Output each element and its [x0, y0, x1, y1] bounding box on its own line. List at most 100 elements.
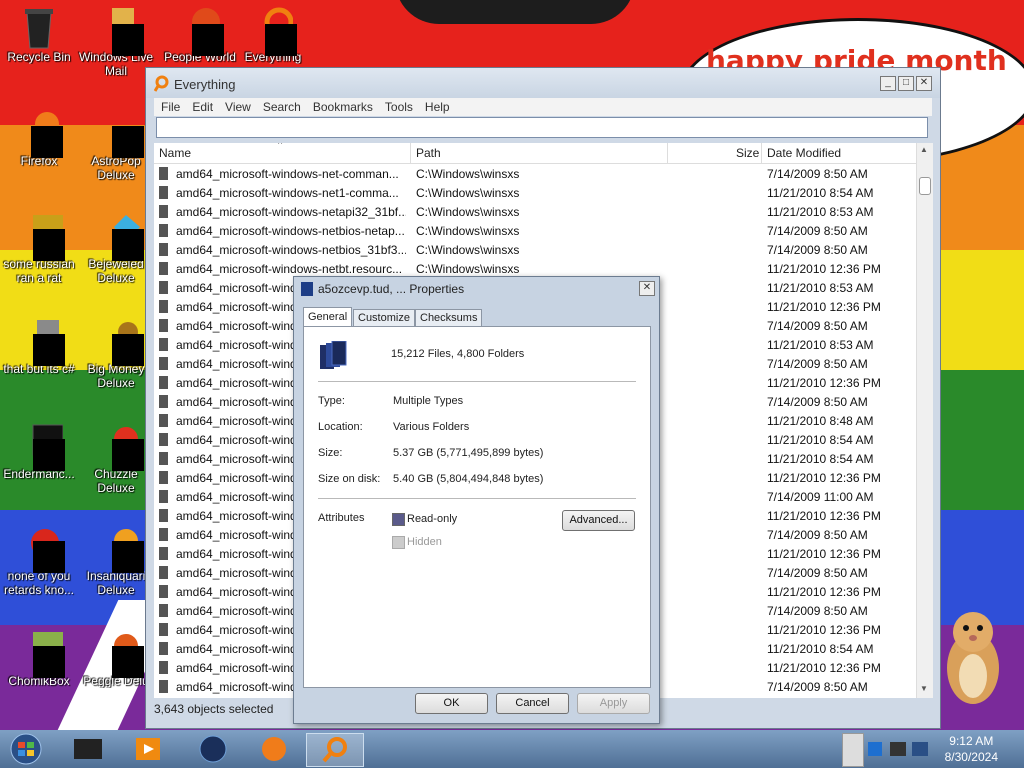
show-hidden-icons-button[interactable]	[842, 733, 864, 767]
ok-button[interactable]: OK	[415, 693, 488, 714]
icon-label: Big Money Deluxe	[87, 362, 145, 390]
tray-app-icon[interactable]	[868, 742, 882, 756]
clock-time: 9:12 AM	[949, 734, 994, 748]
globe-icon[interactable]	[193, 733, 233, 765]
shortcut-icon	[19, 318, 65, 366]
attributes-label: Attributes	[318, 512, 365, 524]
taskbar-app-icon[interactable]	[68, 733, 108, 765]
file-icon	[159, 281, 168, 294]
volume-icon[interactable]	[912, 742, 928, 756]
opera-icon	[19, 525, 65, 573]
read-only-checkbox[interactable]	[392, 513, 405, 526]
maximize-button[interactable]: □	[898, 76, 914, 91]
divider	[318, 498, 636, 499]
row-date: 11/21/2010 8:53 AM	[767, 281, 874, 295]
firefox-icon	[19, 110, 63, 158]
file-icon	[159, 642, 168, 655]
tab-checksums[interactable]: Checksums	[415, 309, 483, 326]
astropop-icon	[96, 110, 144, 158]
file-icon	[159, 414, 168, 427]
column-divider	[667, 143, 668, 163]
tab-customize[interactable]: Customize	[353, 309, 415, 326]
row-date: 11/21/2010 8:53 AM	[767, 205, 874, 219]
desktop-icon-windows-live-mail[interactable]: Windows Live Mail	[76, 6, 156, 78]
search-input[interactable]	[156, 117, 928, 138]
divider	[318, 381, 636, 382]
desktop-icon-recycle-bin[interactable]: Recycle Bin	[0, 6, 79, 64]
row-path: C:\Windows\winsxs	[416, 243, 520, 257]
column-header-name[interactable]: Name	[159, 146, 191, 160]
desktop-icon-russian-rat[interactable]: some russian ran a rat	[0, 213, 79, 285]
redaction-box	[112, 24, 144, 56]
read-only-label: Read-only	[407, 513, 458, 525]
redaction-box	[112, 229, 144, 261]
everything-icon	[253, 6, 297, 56]
menu-bookmarks[interactable]: Bookmarks	[313, 98, 373, 116]
firefox-taskbar-icon[interactable]	[254, 733, 294, 765]
window-titlebar[interactable]: Everything _ □ ✕	[146, 68, 940, 98]
scroll-down-icon[interactable]: ▼	[920, 684, 928, 693]
tab-general[interactable]: General	[303, 307, 353, 327]
menu-file[interactable]: File	[161, 98, 180, 116]
row-path: C:\Windows\winsxs	[416, 186, 520, 200]
table-row[interactable]: amd64_microsoft-windows-net1-comma... C:\…	[154, 183, 916, 202]
table-row[interactable]: amd64_microsoft-windows-netbios-netap...…	[154, 221, 916, 240]
dialog-close-button[interactable]: ✕	[639, 281, 655, 296]
menu-help[interactable]: Help	[425, 98, 450, 116]
advanced-button[interactable]: Advanced...	[562, 510, 635, 531]
desktop-icon-endermanc[interactable]: Endermanc...	[0, 423, 79, 481]
start-button[interactable]	[4, 733, 48, 765]
menu-search[interactable]: Search	[263, 98, 301, 116]
desktop-icon-everything[interactable]: Everything	[233, 6, 313, 64]
clock-date: 8/30/2024	[944, 750, 998, 764]
minimize-button[interactable]: _	[880, 76, 896, 91]
scroll-up-icon[interactable]: ▲	[920, 145, 928, 154]
desktop-icon-none-of-you[interactable]: none of you retards kno...	[0, 525, 79, 597]
scrollbar-thumb[interactable]	[919, 177, 931, 195]
menu-tools[interactable]: Tools	[385, 98, 413, 116]
table-row[interactable]: amd64_microsoft-windows-netbios_31bf3...…	[154, 240, 916, 259]
table-row[interactable]: amd64_microsoft-windows-net-comman... C:\…	[154, 164, 916, 183]
close-button[interactable]: ✕	[916, 76, 932, 91]
file-icon	[159, 224, 168, 237]
media-player-icon[interactable]	[128, 733, 168, 765]
desktop-icon-insaniquarium[interactable]: Insaniquari Deluxe	[76, 525, 156, 597]
redaction-box	[33, 541, 65, 573]
row-date: 11/21/2010 12:36 PM	[767, 623, 881, 637]
file-icon	[19, 213, 65, 261]
desktop-icon-bejeweled[interactable]: Bejeweled Deluxe	[76, 213, 156, 285]
desktop-icon-firefox[interactable]: Firefox	[0, 110, 79, 168]
icon-label: Bejeweled Deluxe	[88, 257, 144, 285]
desktop-icon-peggle[interactable]: Peggle Delu	[76, 630, 156, 688]
properties-dialog: a5ozcevp.tud, ... Properties ✕ General C…	[293, 276, 660, 724]
cancel-button[interactable]: Cancel	[496, 693, 569, 714]
desktop-icon-c-sharp[interactable]: that but its c#	[0, 318, 79, 376]
apply-button[interactable]: Apply	[577, 693, 650, 714]
desktop-icon-chomikbox[interactable]: ChomikBox	[0, 630, 79, 688]
file-icon	[159, 490, 168, 503]
column-header-path[interactable]: Path	[416, 146, 441, 160]
row-date: 11/21/2010 8:54 AM	[767, 186, 874, 200]
redaction-box	[31, 126, 63, 158]
list-header: Name ^ Path Size Date Modified	[154, 143, 916, 164]
redaction-box	[33, 439, 65, 471]
row-date: 7/14/2009 8:50 AM	[767, 319, 868, 333]
file-icon	[159, 205, 168, 218]
column-header-size[interactable]: Size	[736, 146, 759, 160]
desktop-icon-people-world[interactable]: People World	[160, 6, 240, 64]
redaction-box	[33, 229, 65, 261]
network-icon[interactable]	[890, 742, 906, 756]
everything-taskbar-icon[interactable]	[306, 733, 364, 767]
hidden-checkbox[interactable]	[392, 536, 405, 549]
desktop-icon-chuzzle[interactable]: Chuzzle Deluxe	[76, 423, 156, 495]
menu-view[interactable]: View	[225, 98, 251, 116]
system-clock[interactable]: 9:12 AM 8/30/2024	[945, 733, 998, 765]
row-path: C:\Windows\winsxs	[416, 167, 520, 181]
desktop-icon-big-money[interactable]: Big Money Deluxe	[76, 318, 156, 390]
menu-edit[interactable]: Edit	[192, 98, 213, 116]
icon-label: Chuzzle Deluxe	[94, 467, 138, 495]
table-row[interactable]: amd64_microsoft-windows-netapi32_31bf...…	[154, 202, 916, 221]
desktop-icon-astropop[interactable]: AstroPop Deluxe	[76, 110, 156, 182]
column-header-date[interactable]: Date Modified	[767, 146, 841, 160]
vertical-scrollbar[interactable]: ▲ ▼	[916, 143, 933, 698]
